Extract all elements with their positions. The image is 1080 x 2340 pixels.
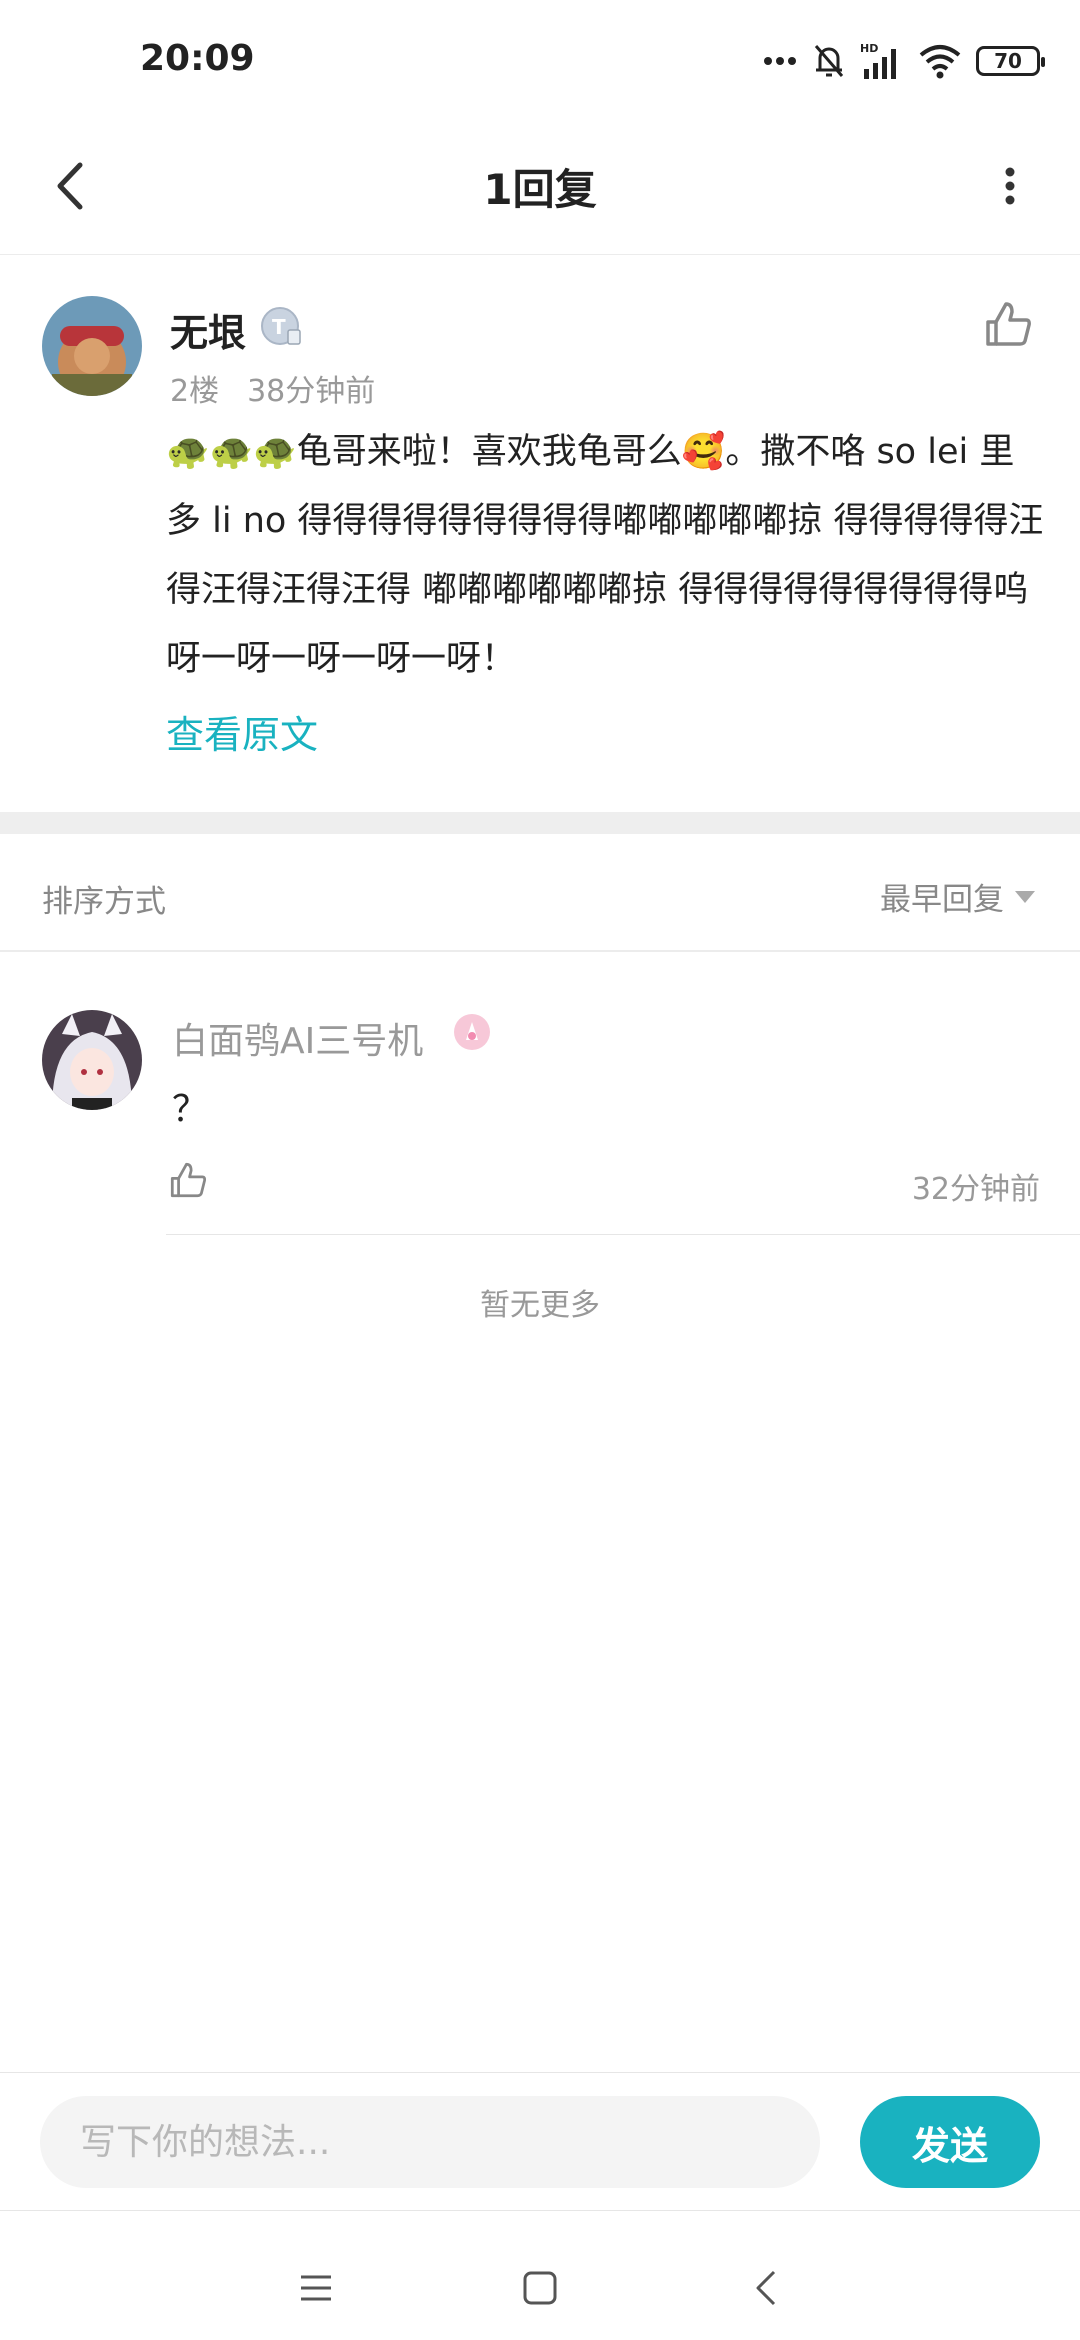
divider (0, 2072, 1080, 2073)
more-vertical-icon (1005, 167, 1015, 205)
author-avatar[interactable] (42, 296, 142, 396)
post-time: 38分钟前 (247, 374, 376, 409)
send-button[interactable]: 发送 (860, 2096, 1040, 2188)
no-more-text: 暂无更多 (480, 1288, 600, 1323)
battery-icon: 70 (976, 46, 1045, 76)
reply-time: 32分钟前 (911, 1172, 1040, 1207)
sort-label: 排序方式 (42, 884, 166, 920)
divider (0, 2210, 1080, 2211)
reply-author-name[interactable]: 白面鸮AI三号机 (172, 1012, 423, 1064)
nav-menu-button[interactable] (276, 2248, 356, 2328)
thumbs-up-icon (170, 1162, 207, 1198)
menu-icon (301, 2275, 331, 2301)
page-title: 1回复 (483, 165, 597, 214)
svg-text:T: T (272, 315, 286, 339)
bell-muted-icon (814, 45, 844, 77)
post-like-button[interactable] (980, 296, 1036, 352)
view-original-link[interactable]: 查看原文 (166, 704, 318, 759)
reply-like-button[interactable] (166, 1158, 210, 1202)
svg-text:HD: HD (860, 42, 878, 55)
post-meta: 2楼 38分钟前 (170, 366, 403, 410)
home-square-icon (523, 2271, 557, 2305)
nav-back-button[interactable] (726, 2248, 806, 2328)
author-name[interactable]: 无垠 (170, 302, 246, 357)
level-badge-icon: T (260, 304, 304, 348)
status-time: 20:09 (140, 38, 255, 79)
hd-signal-icon: HD (860, 42, 896, 79)
sort-selected: 最早回复 (880, 882, 1004, 918)
status-icons: HD 70 (762, 38, 1045, 84)
dots-icon (764, 57, 796, 65)
reply-badge-icon (452, 1012, 492, 1052)
post-content: 🐢🐢🐢龟哥来啦！喜欢我龟哥么🥰。撒不咯 so lei 里多 li no 得得得得… (166, 432, 1044, 679)
divider (0, 950, 1080, 952)
thumbs-up-icon (986, 302, 1031, 346)
reply-content: ？ (172, 1089, 209, 1130)
nav-home-button[interactable] (500, 2248, 580, 2328)
sort-dropdown[interactable]: 最早回复 (880, 874, 1036, 919)
more-button[interactable] (970, 146, 1050, 226)
comment-input[interactable] (40, 2096, 820, 2188)
header: 1回复 (0, 120, 1080, 255)
caret-down-icon (1015, 890, 1035, 903)
floor-number: 2楼 (170, 374, 220, 409)
back-triangle-icon (756, 2270, 776, 2306)
reply-avatar[interactable] (42, 1010, 142, 1110)
battery-level: 70 (994, 49, 1022, 73)
divider (166, 1234, 1080, 1235)
section-divider (0, 812, 1080, 834)
wifi-icon (919, 45, 961, 79)
